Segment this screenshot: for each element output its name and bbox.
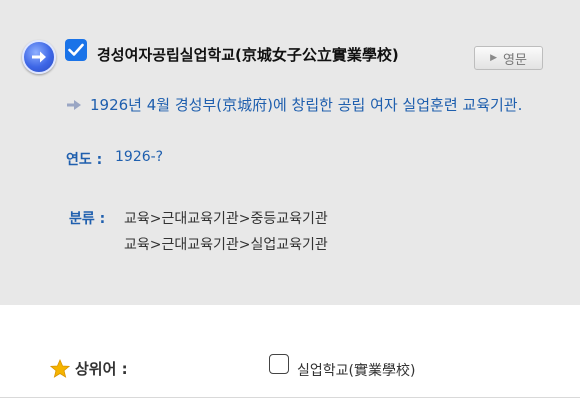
english-button[interactable]: ▶ 영문 (474, 46, 543, 70)
year-value: 1926-? (115, 149, 164, 165)
arrow-right-icon (66, 99, 82, 111)
english-button-label: 영문 (503, 52, 527, 68)
category-item[interactable]: 교육>근대교육기관>실업교육기관 (124, 234, 328, 254)
arrow-circle-icon[interactable] (22, 40, 56, 74)
parent-term-label: 상위어 : (75, 360, 128, 378)
entry-card: 경성여자공립실업학교(京城女子公立實業學校) ▶ 영문 1926년 4월 경성부… (0, 0, 580, 305)
year-label: 연도 : (66, 152, 103, 168)
star-icon (49, 358, 71, 383)
category-label: 분류 : (69, 211, 106, 227)
category-item[interactable]: 교육>근대교육기관>중등교육기관 (124, 208, 328, 228)
play-icon: ▶ (490, 53, 497, 63)
description-row: 1926년 4월 경성부(京城府)에 창립한 공립 여자 실업훈련 교육기관. (66, 94, 522, 115)
parent-term-value[interactable]: 실업학교(實業學校) (297, 360, 415, 380)
checkbox-checked-icon[interactable] (65, 39, 87, 61)
divider (0, 397, 580, 398)
entry-title: 경성여자공립실업학교(京城女子公立實業學校) (97, 46, 399, 64)
checkbox-empty-icon[interactable] (269, 354, 289, 374)
description-text: 1926년 4월 경성부(京城府)에 창립한 공립 여자 실업훈련 교육기관. (90, 96, 523, 114)
